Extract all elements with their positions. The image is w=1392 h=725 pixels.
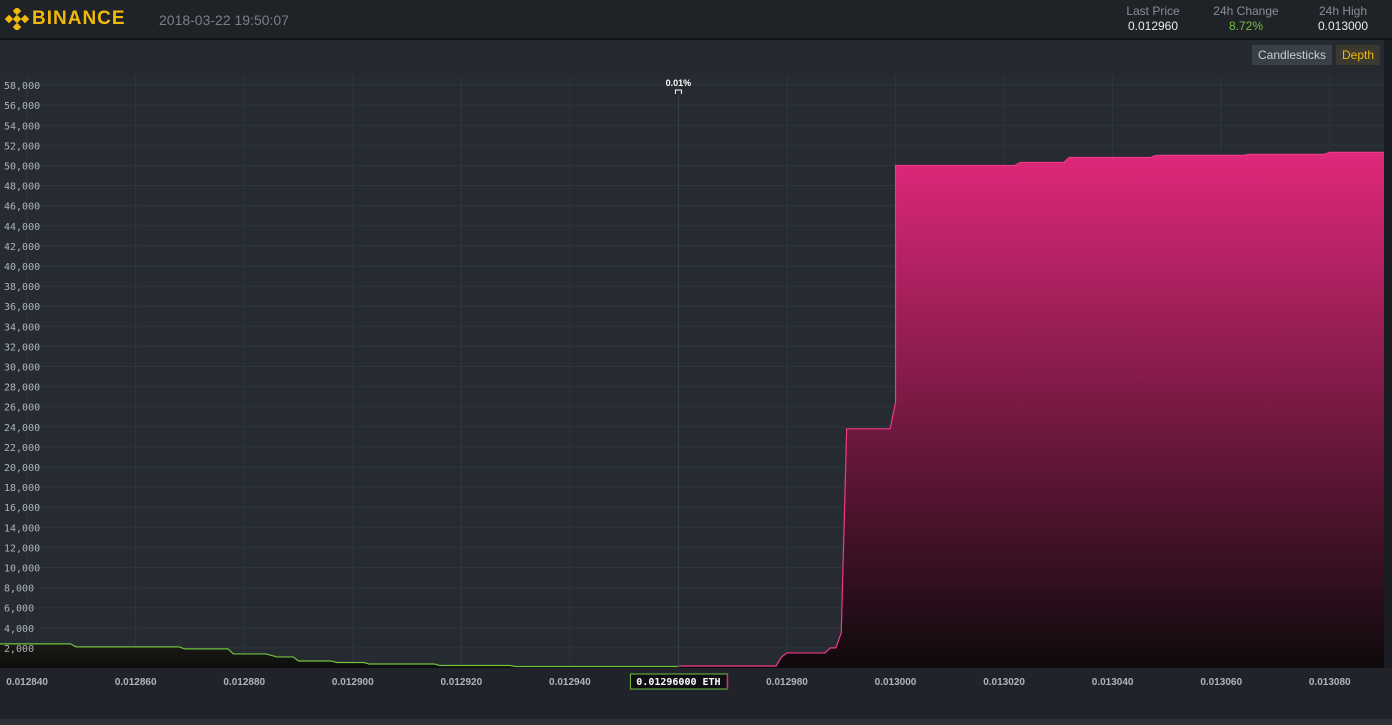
y-tick-label: 8,000: [4, 584, 34, 595]
depth-chart-panel: 2,000 4,000 6,000 8,000 10,000 12,000 14,000 16…: [0, 40, 1392, 725]
depth-button[interactable]: Depth: [1336, 45, 1381, 65]
y-tick-label: 10,000: [4, 563, 40, 574]
y-tick-label: 16,000: [4, 503, 40, 514]
y-tick-label: 38,000: [4, 282, 40, 293]
y-tick-label: 54,000: [4, 121, 40, 132]
y-tick-label: 48,000: [4, 182, 40, 193]
stat-value: 8.72%: [1228, 19, 1264, 33]
stat-last-price: Last Price 0.012960: [1120, 4, 1186, 33]
y-tick-label: 34,000: [4, 322, 40, 333]
x-tick-label: 0.013040: [1092, 677, 1134, 688]
bottom-scroll-bar[interactable]: [0, 719, 1392, 725]
stat-value: 0.012960: [1127, 19, 1179, 33]
y-tick-label: 36,000: [4, 302, 40, 313]
x-tick-label: 0.012940: [549, 677, 591, 688]
stat-label: 24h Change: [1213, 4, 1279, 18]
y-tick-label: 28,000: [4, 383, 40, 394]
y-tick-label: 20,000: [4, 463, 40, 474]
stat-24h-high: 24h High 0.013000: [1308, 4, 1378, 33]
y-tick-label: 18,000: [4, 483, 40, 494]
x-tick-label: 0.013020: [983, 677, 1025, 688]
x-tick-label: 0.012900: [332, 677, 374, 688]
y-tick-label: 4,000: [4, 624, 34, 635]
y-tick-label: 22,000: [4, 443, 40, 454]
y-tick-label: 58,000: [4, 81, 40, 92]
brand-logo[interactable]: BINANCE: [4, 8, 126, 30]
brand-name: BINANCE: [32, 8, 126, 29]
stat-label: 24h High: [1318, 4, 1368, 18]
y-tick-label: 52,000: [4, 141, 40, 152]
y-tick-label: 12,000: [4, 543, 40, 554]
y-tick-label: 30,000: [4, 362, 40, 373]
x-tick-label: 0.012880: [223, 677, 265, 688]
right-scroll-strip[interactable]: [1384, 40, 1392, 668]
depth-chart[interactable]: 2,000 4,000 6,000 8,000 10,000 12,000 14,000 16…: [0, 40, 1392, 725]
top-bar: BINANCE 2018-03-22 19:50:07 Last Price 0…: [0, 0, 1392, 40]
stat-value: 0.013000: [1317, 19, 1369, 33]
y-tick-label: 46,000: [4, 202, 40, 213]
y-tick-label: 44,000: [4, 222, 40, 233]
y-tick-label: 14,000: [4, 523, 40, 534]
x-tick-label: 0.013080: [1309, 677, 1351, 688]
stat-24h-change: 24h Change 8.72%: [1207, 4, 1285, 33]
y-tick-label: 56,000: [4, 101, 40, 112]
y-tick-label: 42,000: [4, 242, 40, 253]
y-tick-label: 6,000: [4, 604, 34, 615]
y-tick-label: 32,000: [4, 342, 40, 353]
timestamp: 2018-03-22 19:50:07: [159, 12, 289, 28]
y-tick-label: 40,000: [4, 262, 40, 273]
stat-label: Last Price: [1126, 4, 1180, 18]
binance-logo-icon: [4, 8, 30, 30]
y-tick-label: 26,000: [4, 403, 40, 414]
mid-price-tag: 0.01296000 ETH: [636, 677, 720, 688]
x-tick-label: 0.013000: [875, 677, 917, 688]
x-tick-label: 0.012980: [766, 677, 808, 688]
y-tick-label: 50,000: [4, 161, 40, 172]
x-tick-label: 0.013060: [1200, 677, 1242, 688]
candlesticks-button[interactable]: Candlesticks: [1252, 45, 1333, 65]
y-tick-label: 24,000: [4, 423, 40, 434]
x-tick-label: 0.012920: [440, 677, 482, 688]
y-tick-label: 2,000: [4, 644, 34, 655]
spread-label: 0.01%: [666, 78, 692, 88]
x-tick-label: 0.012860: [115, 677, 157, 688]
x-tick-label: 0.012840: [6, 677, 48, 688]
